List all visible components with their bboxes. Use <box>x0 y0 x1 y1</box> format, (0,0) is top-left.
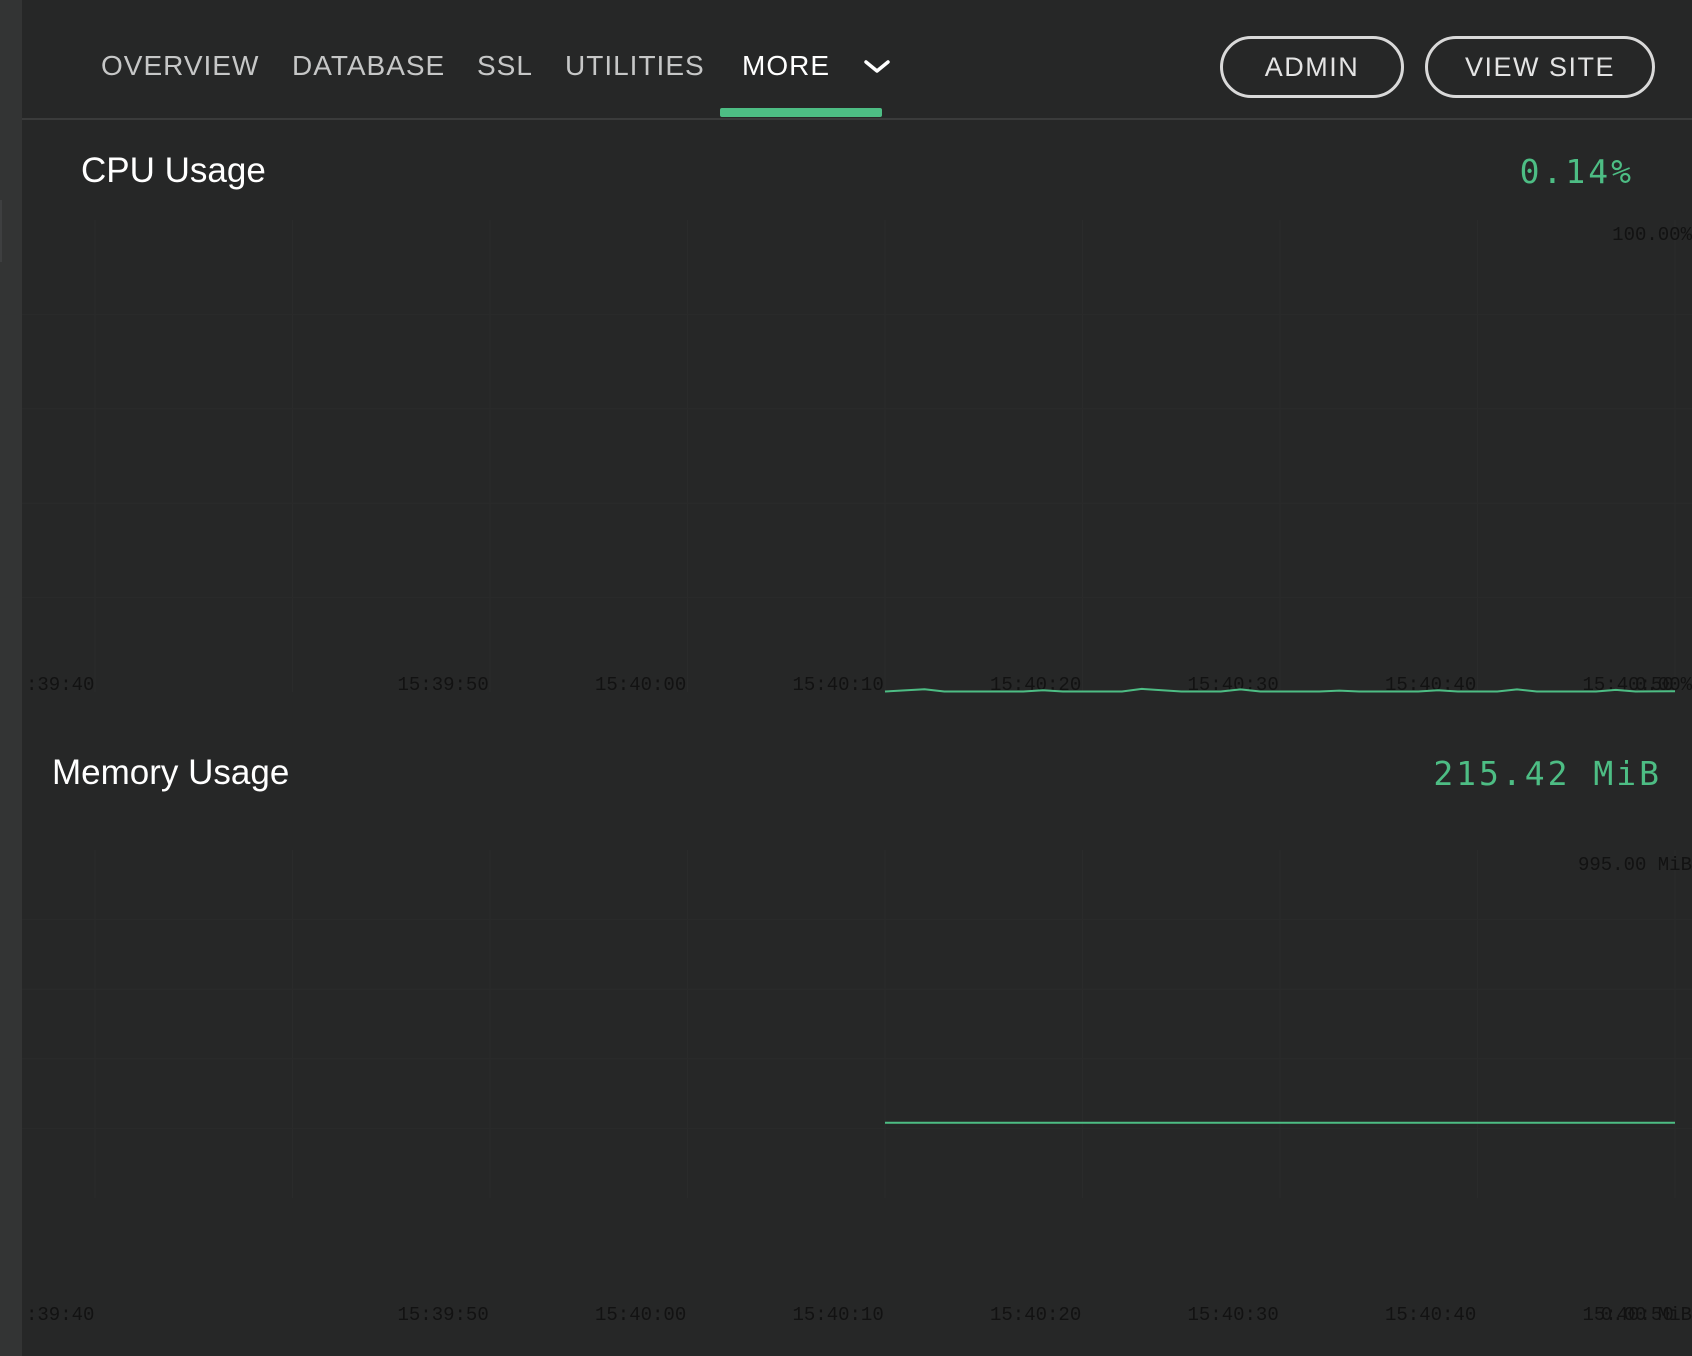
cpu-usage-value: 0.14% <box>1519 152 1634 191</box>
rail-collapse-handle[interactable] <box>0 200 2 262</box>
memory-usage-chart: :39:40 15:39:50 15:40:00 15:40:10 15:40:20 15… <box>22 850 1692 1326</box>
cpu-x-tick-label: :39:40 <box>26 674 94 696</box>
memory-x-tick-label: 15:40:30 <box>1188 1304 1279 1326</box>
memory-y-min-label: 0.00 MiB <box>1601 1304 1692 1326</box>
top-navigation: OVERVIEW DATABASE SSL UTILITIES MORE ADM… <box>22 0 1692 120</box>
active-tab-indicator <box>720 108 882 117</box>
app-main: OVERVIEW DATABASE SSL UTILITIES MORE ADM… <box>22 0 1692 1356</box>
tab-ssl[interactable]: SSL <box>477 44 533 88</box>
cpu-y-max-label: 100.00% <box>1612 224 1692 246</box>
cpu-x-tick-label: 15:40:20 <box>990 674 1081 696</box>
left-rail <box>0 0 22 1356</box>
memory-x-tick-label: 15:40:40 <box>1385 1304 1476 1326</box>
cpu-y-min-label: 0.00% <box>1635 674 1692 696</box>
cpu-x-tick-label: 15:40:40 <box>1385 674 1476 696</box>
memory-y-max-label: 995.00 MiB <box>1578 854 1692 876</box>
view-site-button[interactable]: VIEW SITE <box>1425 36 1655 98</box>
tab-database[interactable]: DATABASE <box>292 44 445 88</box>
cpu-x-tick-label: 15:39:50 <box>398 674 489 696</box>
tab-more[interactable]: MORE <box>742 44 830 88</box>
cpu-x-tick-label: 15:40:00 <box>595 674 686 696</box>
tab-utilities[interactable]: UTILITIES <box>565 44 705 88</box>
admin-button[interactable]: ADMIN <box>1220 36 1404 98</box>
memory-usage-value: 215.42 MiB <box>1433 754 1662 793</box>
memory-x-tick-label: 15:40:10 <box>793 1304 884 1326</box>
tab-overview[interactable]: OVERVIEW <box>101 44 259 88</box>
memory-x-tick-label: 15:40:20 <box>990 1304 1081 1326</box>
cpu-x-tick-label: 15:40:10 <box>793 674 884 696</box>
memory-usage-title: Memory Usage <box>52 753 290 792</box>
cpu-usage-chart: :39:40 15:39:50 15:40:00 15:40:10 15:40:20 15… <box>22 220 1692 696</box>
chevron-down-icon[interactable] <box>862 52 892 82</box>
memory-x-tick-label: :39:40 <box>26 1304 94 1326</box>
memory-x-tick-label: 15:39:50 <box>398 1304 489 1326</box>
cpu-usage-title: CPU Usage <box>81 151 266 190</box>
memory-x-tick-label: 15:40:00 <box>595 1304 686 1326</box>
cpu-x-tick-label: 15:40:30 <box>1188 674 1279 696</box>
